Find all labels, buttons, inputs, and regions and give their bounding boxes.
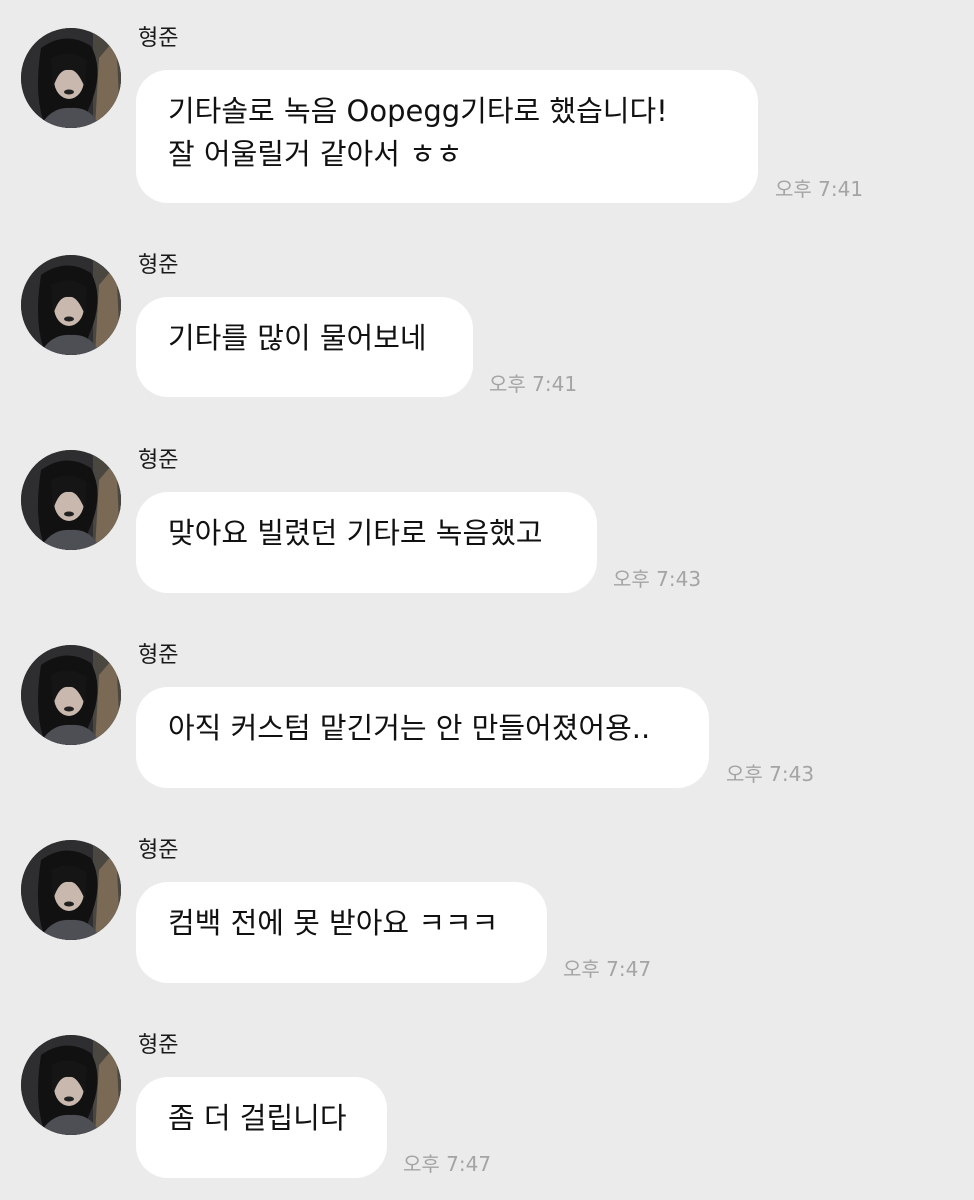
message-row: 형준 컴백 전에 못 받아요 ㅋㅋㅋ 오후 7:47 — [0, 812, 974, 992]
sender-name: 형준 — [138, 448, 179, 473]
message-bubble[interactable]: 아직 커스텀 맡긴거는 안 만들어졌어용.. — [136, 687, 709, 788]
message-row: 형준 기타솔로 녹음 Oopegg기타로 했습니다! 잘 어울릴거 같아서 ㅎㅎ… — [0, 0, 974, 203]
avatar[interactable] — [21, 255, 121, 355]
message-text: 좀 더 걸립니다 — [168, 1101, 347, 1135]
message-text: 맞아요 빌렸던 기타로 녹음했고 — [168, 516, 543, 550]
sender-name: 형준 — [138, 26, 179, 51]
message-bubble[interactable]: 기타솔로 녹음 Oopegg기타로 했습니다! 잘 어울릴거 같아서 ㅎㅎ — [136, 70, 758, 203]
message-bubble[interactable]: 기타를 많이 물어보네 — [136, 297, 473, 397]
avatar[interactable] — [21, 28, 121, 128]
message-row: 형준 아직 커스텀 맡긴거는 안 만들어졌어용.. 오후 7:43 — [0, 617, 974, 797]
avatar[interactable] — [21, 1035, 121, 1135]
sender-name: 형준 — [138, 253, 179, 278]
profile-photo-icon — [21, 645, 121, 745]
sender-name: 형준 — [138, 643, 179, 668]
timestamp: 오후 7:41 — [489, 372, 578, 396]
profile-photo-icon — [21, 28, 121, 128]
message-text: 기타를 많이 물어보네 — [168, 321, 427, 355]
sender-name: 형준 — [138, 1033, 179, 1058]
message-bubble[interactable]: 좀 더 걸립니다 — [136, 1077, 387, 1178]
message-row: 형준 맞아요 빌렸던 기타로 녹음했고 오후 7:43 — [0, 422, 974, 602]
avatar[interactable] — [21, 450, 121, 550]
avatar[interactable] — [21, 840, 121, 940]
sender-name: 형준 — [138, 838, 179, 863]
message-text: 아직 커스텀 맡긴거는 안 만들어졌어용.. — [168, 711, 651, 745]
profile-photo-icon — [21, 255, 121, 355]
message-row: 형준 기타를 많이 물어보네 오후 7:41 — [0, 227, 974, 407]
profile-photo-icon — [21, 450, 121, 550]
avatar[interactable] — [21, 645, 121, 745]
profile-photo-icon — [21, 840, 121, 940]
timestamp: 오후 7:41 — [775, 177, 864, 201]
message-bubble[interactable]: 맞아요 빌렸던 기타로 녹음했고 — [136, 492, 597, 593]
message-text: 잘 어울릴거 같아서 ㅎㅎ — [168, 137, 463, 171]
message-row: 형준 좀 더 걸립니다 오후 7:47 — [0, 1007, 974, 1187]
timestamp: 오후 7:43 — [726, 762, 815, 786]
timestamp: 오후 7:43 — [613, 567, 702, 591]
message-text: 컴백 전에 못 받아요 ㅋㅋㅋ — [168, 906, 499, 940]
timestamp: 오후 7:47 — [563, 957, 652, 981]
profile-photo-icon — [21, 1035, 121, 1135]
timestamp: 오후 7:47 — [403, 1152, 492, 1176]
message-text: 기타솔로 녹음 Oopegg기타로 했습니다! — [168, 94, 668, 128]
message-bubble[interactable]: 컴백 전에 못 받아요 ㅋㅋㅋ — [136, 882, 547, 983]
